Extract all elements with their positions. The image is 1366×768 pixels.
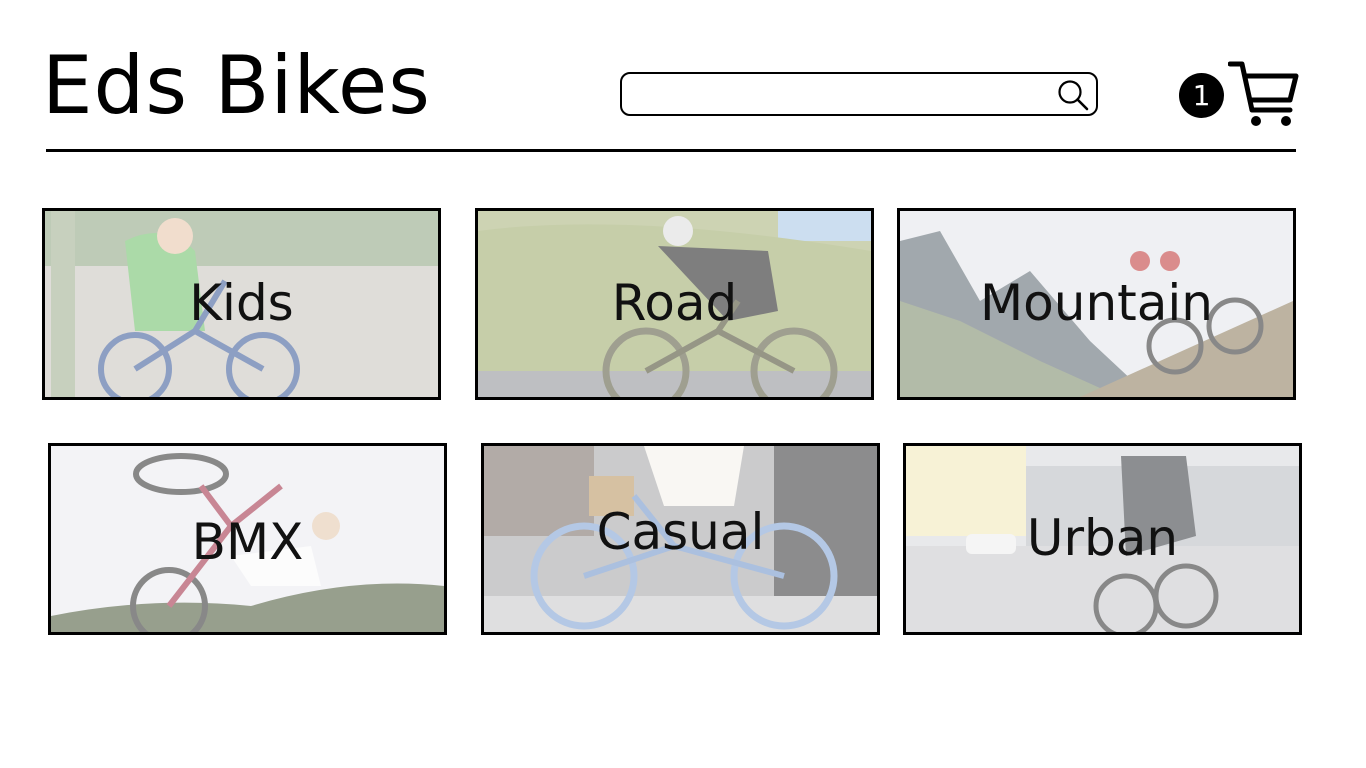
search-icon[interactable] bbox=[1056, 78, 1090, 112]
cart-icon[interactable] bbox=[1228, 60, 1300, 130]
search-bar[interactable] bbox=[620, 72, 1098, 116]
category-tile-casual[interactable]: Casual bbox=[481, 443, 880, 635]
category-label-urban: Urban bbox=[1026, 509, 1179, 567]
category-tile-kids[interactable]: Kids bbox=[42, 208, 441, 400]
category-label-mountain: Mountain bbox=[980, 274, 1213, 332]
category-label-bmx: BMX bbox=[191, 513, 304, 571]
site-title: Eds Bikes bbox=[42, 39, 431, 132]
category-label-casual: Casual bbox=[596, 503, 765, 561]
category-label-kids: Kids bbox=[189, 274, 294, 332]
category-tile-urban[interactable]: Urban bbox=[903, 443, 1302, 635]
category-tile-mountain[interactable]: Mountain bbox=[897, 208, 1296, 400]
category-tile-bmx[interactable]: BMX bbox=[48, 443, 447, 635]
header-divider bbox=[46, 149, 1296, 152]
category-label-road: Road bbox=[611, 274, 738, 332]
category-tile-road[interactable]: Road bbox=[475, 208, 874, 400]
search-input[interactable] bbox=[634, 80, 1058, 110]
cart-count-badge: 1 bbox=[1179, 73, 1224, 118]
